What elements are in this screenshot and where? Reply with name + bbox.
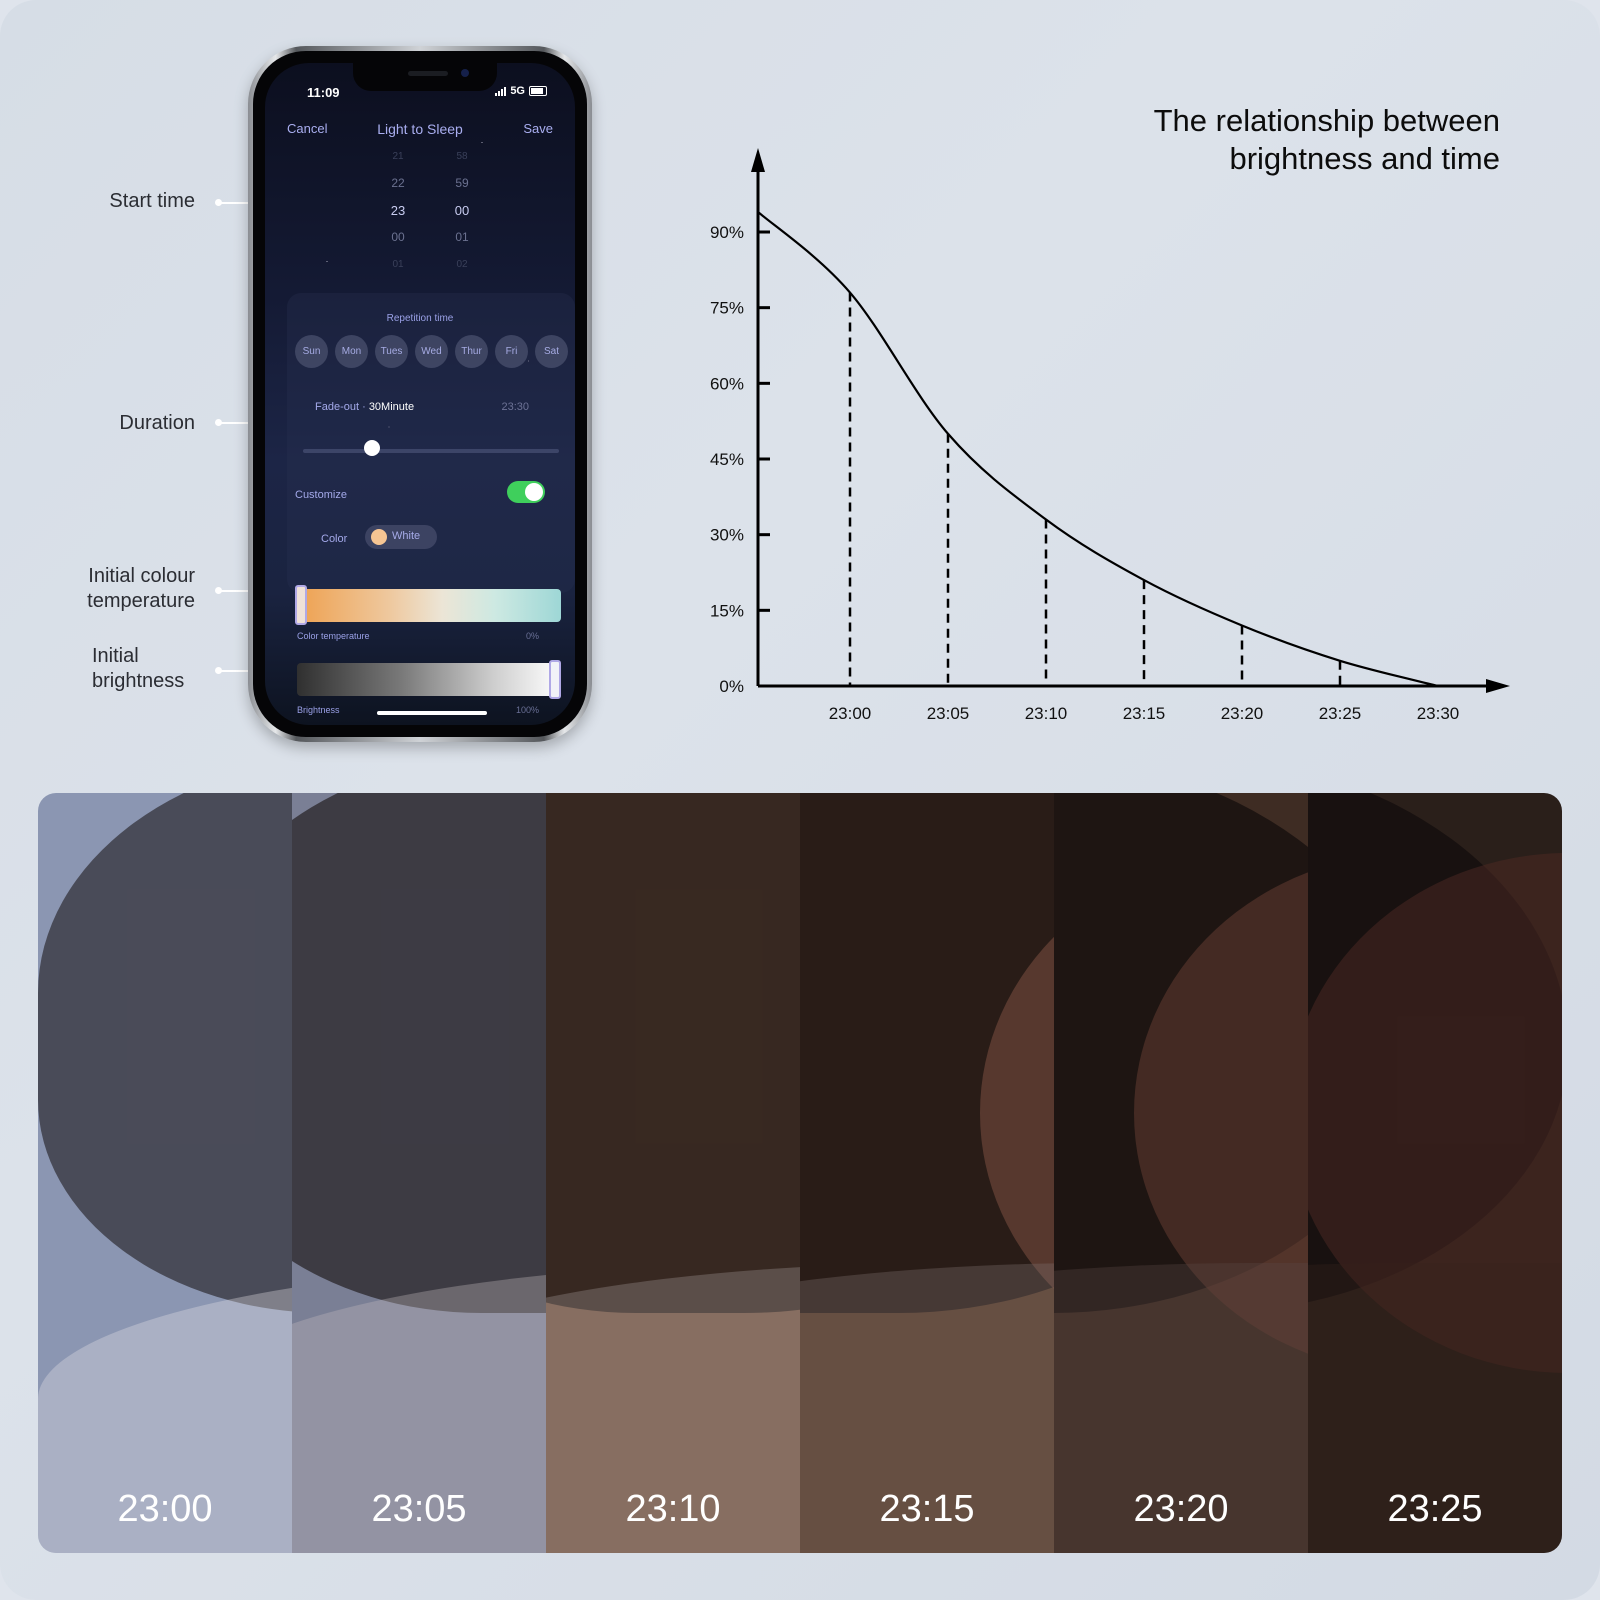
photo-segment: 23:20 [1054, 793, 1308, 1553]
x-tick-label: 23:10 [1025, 704, 1068, 723]
time-label: 23:10 [625, 1488, 721, 1530]
y-tick-label: 45% [710, 450, 744, 469]
y-tick-label: 90% [710, 223, 744, 242]
time-label: 23:25 [1387, 1488, 1483, 1530]
photo-segment: 23:00 [38, 793, 292, 1553]
photo-segment: 23:05 [292, 793, 546, 1553]
x-tick-label: 23:25 [1319, 704, 1362, 723]
x-axis-arrow-icon [1486, 679, 1510, 693]
time-label: 23:05 [371, 1488, 467, 1530]
y-tick-label: 75% [710, 299, 744, 318]
x-tick-label: 23:15 [1123, 704, 1166, 723]
x-tick-label: 23:30 [1417, 704, 1460, 723]
hair-shape [546, 793, 800, 1313]
brightness-curve [757, 210, 1439, 688]
y-axis-arrow-icon [751, 148, 765, 172]
time-label: 23:00 [117, 1488, 213, 1530]
page-background: Start time Duration Initial colour tempe… [0, 0, 1600, 1600]
y-tick-label: 60% [710, 374, 744, 393]
photo-segment: 23:10 [546, 793, 800, 1553]
time-label: 23:15 [879, 1488, 975, 1530]
hair-shape [292, 793, 546, 1313]
y-tick-label: 15% [710, 601, 744, 620]
x-tick-label: 23:05 [927, 704, 970, 723]
x-tick-label: 23:20 [1221, 704, 1264, 723]
time-label: 23:20 [1133, 1488, 1229, 1530]
sleep-photo-strip: 23:00 23:05 23:10 23:15 23:20 23:25 [38, 793, 1562, 1553]
x-tick-label: 23:00 [829, 704, 872, 723]
y-tick-label: 30% [710, 526, 744, 545]
hair-shape [38, 793, 292, 1313]
photo-segment: 23:15 [800, 793, 1054, 1553]
brightness-time-chart: 0% 15% 30% 45% 60% 75% 90% 23:00 23:05 23:10 23:15… [710, 148, 1510, 723]
photo-segment: 23:25 [1308, 793, 1562, 1553]
y-tick-label: 0% [719, 677, 744, 696]
